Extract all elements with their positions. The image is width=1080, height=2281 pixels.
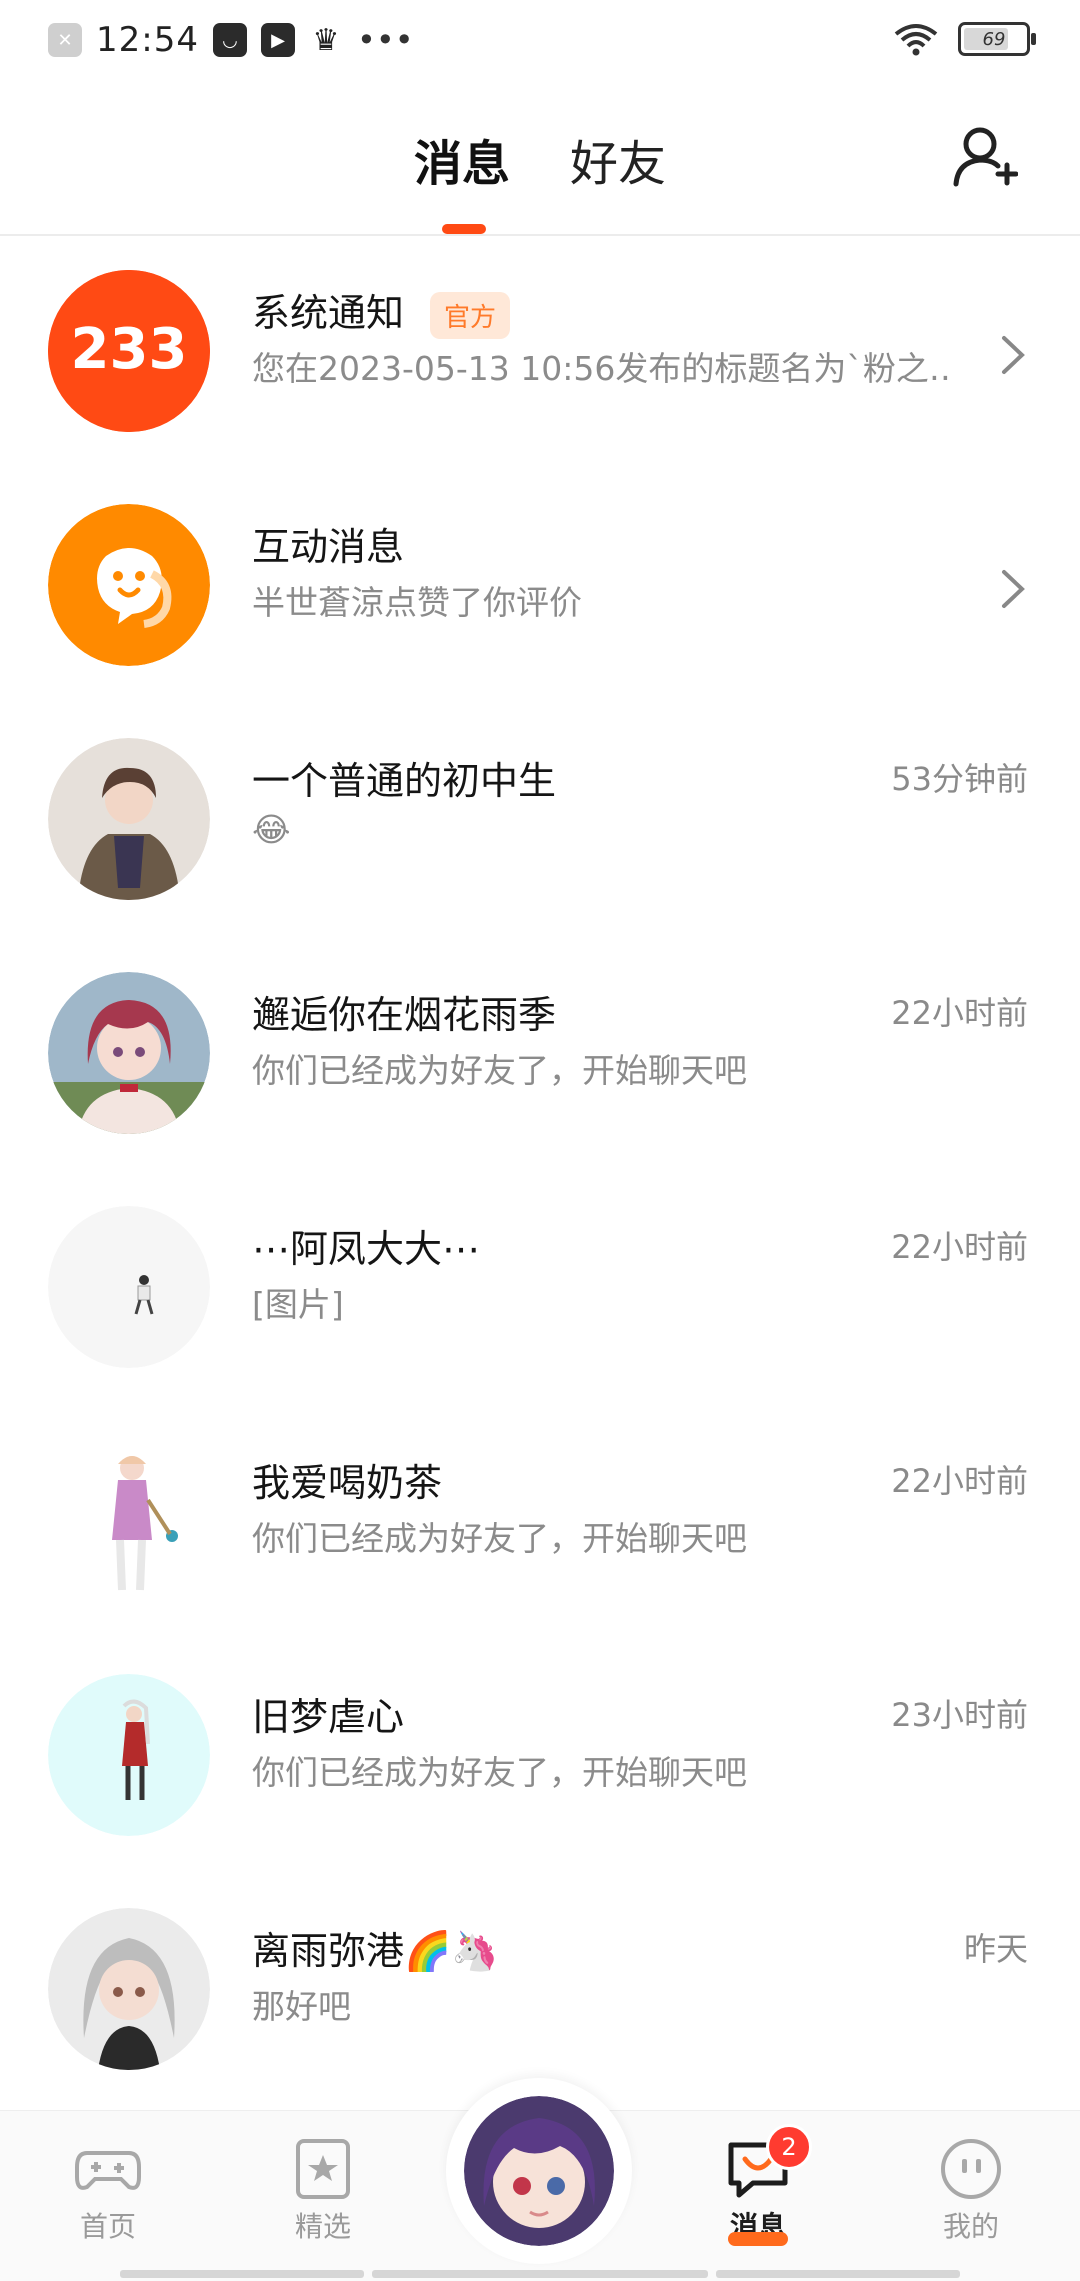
conversation-title: 一个普通的初中生 bbox=[252, 759, 557, 803]
nav-featured[interactable]: 精选 bbox=[258, 2137, 388, 2245]
chevron-right-icon bbox=[1002, 570, 1025, 608]
conversation-title: 系统通知 官方 bbox=[252, 282, 511, 339]
star-icon bbox=[296, 2139, 350, 2199]
nav-home[interactable]: 首页 bbox=[43, 2137, 173, 2245]
unread-count-badge: 2 bbox=[766, 2124, 812, 2170]
conversation-time: 22小时前 bbox=[891, 1462, 1028, 1500]
system-nav-bar-left bbox=[120, 2270, 364, 2278]
conversation-item[interactable]: 我爱喝奶茶 你们已经成为好友了，开始聊天吧 22小时前 bbox=[0, 1406, 1080, 1640]
user-avatar bbox=[48, 1440, 210, 1602]
conversation-time: 23小时前 bbox=[891, 1696, 1028, 1734]
user-avatar bbox=[48, 1206, 210, 1368]
more-notifications-icon: ••• bbox=[356, 21, 414, 59]
conversation-item[interactable]: ⋯阿凤大大⋯ [图片] 22小时前 bbox=[0, 1172, 1080, 1406]
nav-mine[interactable]: 我的 bbox=[906, 2137, 1036, 2245]
active-tab-indicator bbox=[442, 224, 486, 234]
conversation-item-interaction[interactable]: 互动消息 半世蒼涼点赞了你评价 bbox=[0, 470, 1080, 704]
header: 消息 好友 bbox=[0, 84, 1080, 236]
system-nav-bar-right bbox=[716, 2270, 960, 2278]
close-notification-icon: ✕ bbox=[48, 23, 82, 57]
conversation-item-system[interactable]: 233 系统通知 官方 您在2023-05-13 10:56发布的标题名为`粉之… bbox=[0, 236, 1080, 470]
conversation-time: 昨天 bbox=[963, 1930, 1028, 1968]
conversation-preview: 😂 bbox=[252, 810, 291, 849]
wifi-icon bbox=[894, 24, 938, 56]
conversation-preview: 半世蒼涼点赞了你评价 bbox=[252, 583, 582, 622]
face-icon bbox=[941, 2139, 1001, 2199]
conversation-time: 22小时前 bbox=[891, 1228, 1028, 1266]
chevron-right-icon bbox=[1002, 336, 1025, 374]
conversation-title: 旧梦虐心 bbox=[252, 1695, 405, 1739]
battery-icon: 69 bbox=[958, 22, 1036, 56]
conversation-time: 53分钟前 bbox=[891, 760, 1028, 798]
conversation-time: 22小时前 bbox=[891, 994, 1028, 1032]
conversation-title: 邂逅你在烟花雨季 bbox=[252, 993, 557, 1037]
conversation-preview: [图片] bbox=[252, 1285, 344, 1324]
tab-messages[interactable]: 消息 bbox=[414, 124, 510, 194]
status-bar: ✕ 12:54 ◡ ▶ ♛ ••• 69 bbox=[0, 0, 1080, 84]
user-avatar bbox=[48, 738, 210, 900]
user-avatar bbox=[48, 1908, 210, 2070]
tab-friends[interactable]: 好友 bbox=[570, 124, 666, 194]
profile-avatar bbox=[464, 2096, 614, 2246]
nav-mine-label: 我的 bbox=[942, 2210, 999, 2243]
conversation-preview: 您在2023-05-13 10:56发布的标题名为`粉之… bbox=[252, 349, 952, 388]
gamepad-icon bbox=[75, 2151, 141, 2190]
system-avatar-text: 233 bbox=[71, 317, 188, 382]
system-nav-bar-center bbox=[372, 2270, 708, 2278]
crown-notification-icon: ♛ bbox=[312, 22, 340, 58]
battery-level: 69 bbox=[982, 28, 1006, 50]
status-right: 69 bbox=[892, 22, 1036, 56]
active-nav-indicator bbox=[728, 2232, 788, 2246]
conversation-title: 我爱喝奶茶 bbox=[252, 1461, 443, 1505]
conversation-title: ⋯阿凤大大⋯ bbox=[252, 1227, 481, 1271]
user-avatar bbox=[48, 972, 210, 1134]
conversation-preview: 那好吧 bbox=[252, 1987, 351, 2026]
center-avatar-button[interactable] bbox=[446, 2078, 632, 2264]
interaction-avatar bbox=[48, 504, 210, 666]
conversation-preview: 你们已经成为好友了，开始聊天吧 bbox=[252, 1753, 747, 1792]
play-notification-icon: ▶ bbox=[260, 23, 295, 57]
nav-featured-label: 精选 bbox=[294, 2210, 351, 2243]
conversation-list: 233 系统通知 官方 您在2023-05-13 10:56发布的标题名为`粉之…… bbox=[0, 236, 1080, 2108]
conversation-item[interactable]: 邂逅你在烟花雨季 你们已经成为好友了，开始聊天吧 22小时前 bbox=[0, 938, 1080, 1172]
nav-home-label: 首页 bbox=[79, 2210, 136, 2243]
status-time: 12:54 bbox=[96, 20, 199, 60]
conversation-title-text: 系统通知 bbox=[252, 291, 405, 335]
add-user-icon[interactable] bbox=[952, 124, 1018, 190]
conversation-preview: 你们已经成为好友了，开始聊天吧 bbox=[252, 1519, 747, 1558]
conversation-preview: 你们已经成为好友了，开始聊天吧 bbox=[252, 1051, 747, 1090]
conversation-item[interactable]: 旧梦虐心 你们已经成为好友了，开始聊天吧 23小时前 bbox=[0, 1640, 1080, 1874]
app-notification-icon: ◡ bbox=[212, 23, 247, 57]
user-avatar bbox=[48, 1674, 210, 1836]
conversation-item[interactable]: 一个普通的初中生 😂 53分钟前 bbox=[0, 704, 1080, 938]
conversation-title: 离雨弥港🌈🦄 bbox=[252, 1929, 499, 1973]
status-left: ✕ 12:54 ◡ ▶ ♛ ••• bbox=[48, 20, 414, 60]
official-badge: 官方 bbox=[430, 292, 511, 339]
conversation-item[interactable]: 离雨弥港🌈🦄 那好吧 昨天 bbox=[0, 1874, 1080, 2108]
system-avatar: 233 bbox=[48, 270, 210, 432]
conversation-title: 互动消息 bbox=[252, 525, 405, 569]
